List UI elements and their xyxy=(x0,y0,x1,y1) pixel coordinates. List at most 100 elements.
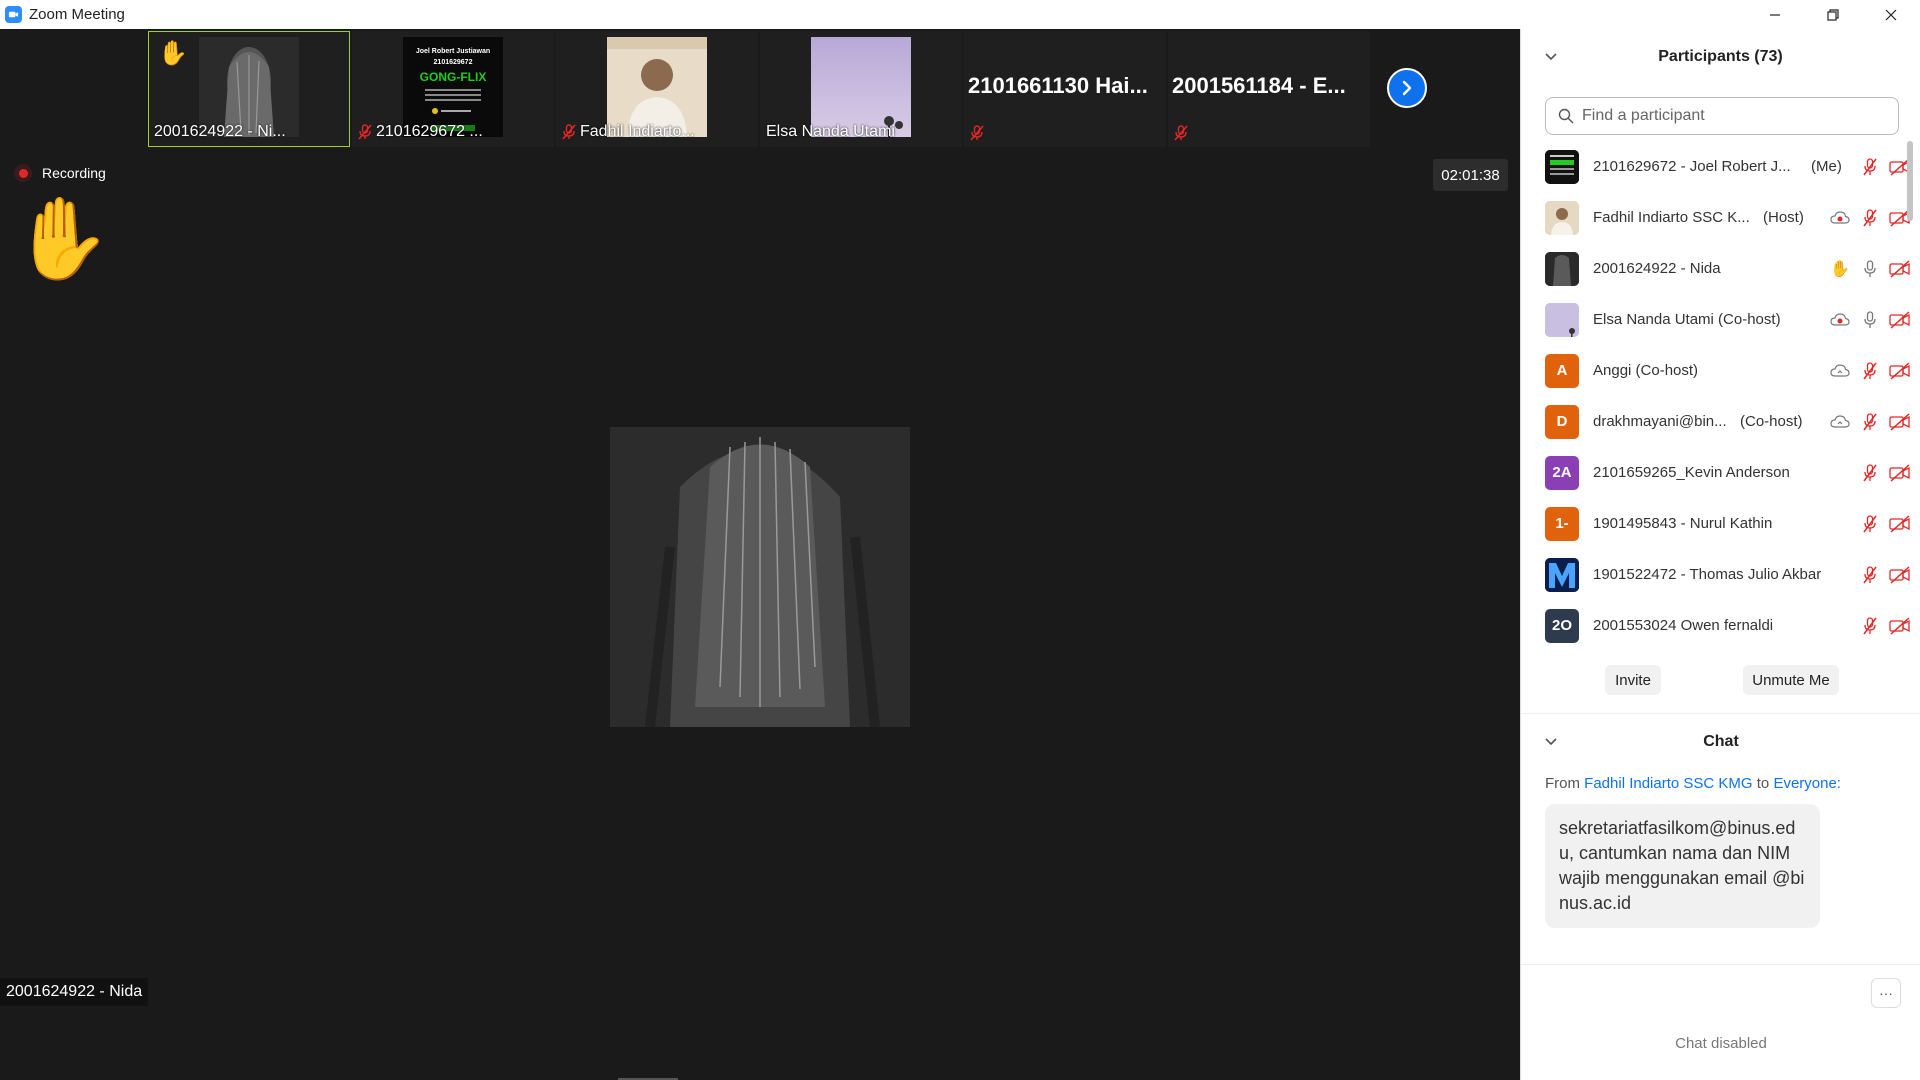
avatar xyxy=(1545,149,1579,184)
tile-status xyxy=(970,125,984,141)
close-icon[interactable] xyxy=(1862,0,1920,29)
video-tile[interactable]: Joel Robert Justiawan 2101629672 GONG-FL… xyxy=(352,31,554,147)
participant-row[interactable]: 2101629672 - Joel Robert J... (Me) xyxy=(1521,141,1911,192)
video-off-icon[interactable] xyxy=(1889,564,1911,586)
participant-status-icons xyxy=(1829,411,1911,433)
participant-row[interactable]: 2A 2101659265_Kevin Anderson xyxy=(1521,447,1911,498)
minimize-icon[interactable] xyxy=(1746,0,1804,29)
recording-indicator[interactable]: Recording xyxy=(14,164,106,182)
participant-status-icons xyxy=(1859,156,1911,178)
gong-line1: Joel Robert Justiawan xyxy=(416,48,490,55)
participant-name: 1901522472 - Thomas Julio Akbar xyxy=(1593,566,1822,583)
video-off-icon[interactable] xyxy=(1889,513,1911,535)
muted-mic-icon[interactable] xyxy=(1859,411,1881,433)
muted-mic-icon[interactable] xyxy=(1859,462,1881,484)
chat-divider xyxy=(1521,964,1920,965)
muted-mic-icon[interactable] xyxy=(1859,564,1881,586)
participant-name: Fadhil Indiarto SSC K... xyxy=(1593,209,1750,226)
tile-name: Elsa Nanda Utami xyxy=(766,123,895,140)
video-off-icon[interactable] xyxy=(1889,411,1911,433)
muted-mic-icon xyxy=(358,124,372,140)
avatar xyxy=(1545,302,1579,337)
participant-name: 2101659265_Kevin Anderson xyxy=(1593,464,1790,481)
window-controls xyxy=(1746,0,1920,29)
muted-mic-icon xyxy=(1174,125,1188,141)
tile-name: 2101661130 Hai... xyxy=(968,73,1148,98)
next-page-button[interactable] xyxy=(1387,68,1427,108)
tile-name: Fadhil Indiarto... xyxy=(580,123,695,140)
participant-row[interactable]: Fadhil Indiarto SSC K... (Host) xyxy=(1521,192,1911,243)
cloud-record-icon xyxy=(1829,309,1851,331)
participant-row[interactable]: A Anggi (Co-host) xyxy=(1521,345,1911,396)
participant-row[interactable]: 2O 2001553024 Owen fernaldi xyxy=(1521,600,1911,651)
video-thumbnail-strip: ✋ 2001624922 - Ni... Joel Robert Justiaw… xyxy=(148,31,1372,147)
video-off-icon[interactable] xyxy=(1889,309,1911,331)
video-tile[interactable]: ✋ 2001624922 - Ni... xyxy=(148,31,350,147)
gong-line3: GONG-FLIX xyxy=(420,70,487,84)
record-dot-icon xyxy=(14,164,32,182)
participant-row[interactable]: 1- 1901495843 - Nurul Kathin xyxy=(1521,498,1911,549)
raised-hand-icon: ✋ xyxy=(12,194,112,283)
video-off-icon[interactable] xyxy=(1889,462,1911,484)
title-bar: Zoom Meeting xyxy=(0,0,1920,29)
avatar xyxy=(1545,251,1579,286)
zoom-window: Zoom Meeting ✋ 2001624922 - Ni... Joel R… xyxy=(0,0,1920,1080)
raised-hand-icon: ✋ xyxy=(1830,260,1850,278)
recipient-link[interactable]: Everyone: xyxy=(1773,775,1841,792)
cloud-icon xyxy=(1829,360,1851,382)
chevron-down-icon[interactable] xyxy=(1545,733,1557,751)
muted-mic-icon[interactable] xyxy=(1859,360,1881,382)
video-tile[interactable]: 2001561184 - E... xyxy=(1168,31,1370,147)
muted-mic-icon[interactable] xyxy=(1859,207,1881,229)
video-off-icon[interactable] xyxy=(1889,258,1911,280)
participant-row[interactable]: D drakhmayani@bin... (Co-host) xyxy=(1521,396,1911,447)
participant-name: drakhmayani@bin... xyxy=(1593,413,1727,430)
avatar: D xyxy=(1545,404,1579,439)
raised-hand-icon: ✋ xyxy=(158,40,188,67)
video-tile[interactable]: Fadhil Indiarto... xyxy=(556,31,758,147)
tile-name: 2001561184 - E... xyxy=(1172,73,1346,98)
participant-video-thumb xyxy=(607,37,707,137)
participant-list-scrollbar[interactable] xyxy=(1907,141,1913,221)
participant-video-thumb: Joel Robert Justiawan 2101629672 GONG-FL… xyxy=(403,37,503,137)
participant-role: (Co-host) xyxy=(1740,413,1803,430)
participant-row[interactable]: 1901522472 - Thomas Julio Akbar xyxy=(1521,549,1911,600)
video-off-icon[interactable] xyxy=(1889,360,1911,382)
chat-message: sekretariatfasilkom@binus.edu, cantumkan… xyxy=(1545,804,1820,928)
participant-row[interactable]: Elsa Nanda Utami (Co-host) xyxy=(1521,294,1911,345)
cloud-record-icon xyxy=(1829,207,1851,229)
more-options-button[interactable]: ··· xyxy=(1871,978,1901,1008)
chat-disabled-label: Chat disabled xyxy=(1675,1035,1767,1052)
tile-name-row: 2101629672 ... xyxy=(358,123,483,141)
search-input[interactable] xyxy=(1582,107,1882,125)
avatar: A xyxy=(1545,353,1579,388)
recording-label: Recording xyxy=(42,165,106,181)
gong-line2: 2101629672 xyxy=(434,59,473,66)
participant-row[interactable]: 2001624922 - Nida ✋ xyxy=(1521,243,1911,294)
sender-name-link[interactable]: Fadhil Indiarto SSC KMG xyxy=(1584,775,1752,792)
unmute-me-button[interactable]: Unmute Me xyxy=(1743,665,1839,695)
mic-icon[interactable] xyxy=(1859,309,1881,331)
muted-mic-icon[interactable] xyxy=(1859,615,1881,637)
active-speaker-video xyxy=(610,427,910,727)
mic-icon[interactable] xyxy=(1859,258,1881,280)
zoom-logo-icon xyxy=(5,6,22,23)
invite-button[interactable]: Invite xyxy=(1605,665,1661,695)
participant-name: Anggi (Co-host) xyxy=(1593,362,1699,379)
chevron-down-icon[interactable] xyxy=(1545,48,1557,66)
video-off-icon[interactable] xyxy=(1889,615,1911,637)
participant-status-icons xyxy=(1859,462,1911,484)
restore-icon[interactable] xyxy=(1804,0,1862,29)
video-tile[interactable]: Elsa Nanda Utami xyxy=(760,31,962,147)
avatar xyxy=(1545,200,1579,235)
participants-header: Participants (73) xyxy=(1521,29,1920,85)
muted-mic-icon[interactable] xyxy=(1859,156,1881,178)
muted-mic-icon xyxy=(562,124,576,140)
participant-video-thumb xyxy=(811,37,911,137)
muted-mic-icon[interactable] xyxy=(1859,513,1881,535)
video-tile[interactable]: 2101661130 Hai... xyxy=(964,31,1166,147)
participant-status-icons xyxy=(1859,564,1911,586)
participant-video-thumb xyxy=(199,37,299,137)
participant-name: 2001553024 Owen fernaldi xyxy=(1593,617,1774,634)
participant-name: 2001624922 - Nida xyxy=(1593,260,1721,277)
